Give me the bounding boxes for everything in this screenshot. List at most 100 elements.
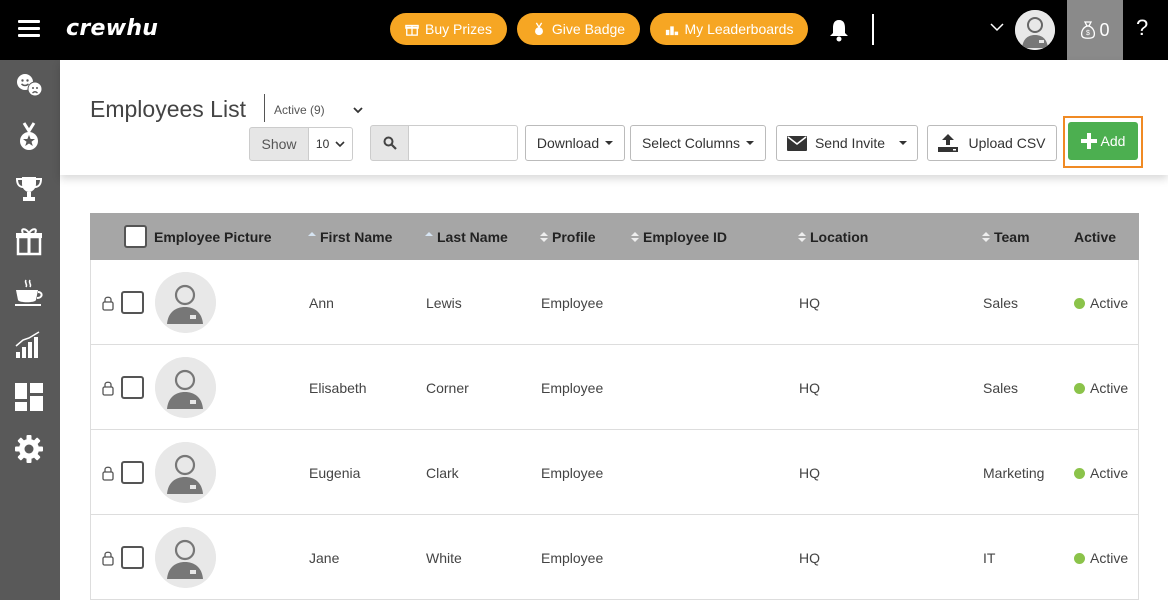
- table-row[interactable]: Ann Lewis Employee HQ Sales Active: [90, 260, 1139, 345]
- row-checkbox[interactable]: [121, 376, 144, 399]
- search-button[interactable]: [370, 125, 409, 161]
- first-name-cell: Ann: [309, 295, 334, 311]
- active-status-dot: [1074, 553, 1085, 564]
- notification-bell-icon[interactable]: [828, 18, 850, 42]
- location-cell: HQ: [799, 550, 820, 566]
- active-status-cell: Active: [1074, 465, 1128, 481]
- user-silhouette-icon: [155, 442, 216, 503]
- my-leaderboards-button[interactable]: My Leaderboards: [650, 13, 808, 45]
- employee-avatar: [155, 357, 216, 418]
- buy-prizes-label: Buy Prizes: [425, 21, 492, 37]
- row-checkbox[interactable]: [121, 291, 144, 314]
- page-size-value: 10: [315, 137, 330, 151]
- active-status-cell: Active: [1074, 295, 1128, 311]
- page-title: Employees List: [90, 96, 246, 122]
- chevron-down-icon: [335, 140, 345, 147]
- active-status-label: Active: [1090, 295, 1129, 311]
- download-dropdown-button[interactable]: Download: [525, 125, 625, 161]
- mood-icon[interactable]: [14, 70, 44, 100]
- coin-balance[interactable]: $ 0: [1067, 0, 1123, 60]
- analytics-chart-icon[interactable]: [14, 330, 44, 360]
- column-team[interactable]: Team: [982, 229, 1030, 245]
- user-silhouette-icon: [155, 272, 216, 333]
- user-silhouette-icon: [155, 357, 216, 418]
- first-name-cell: Elisabeth: [309, 380, 367, 396]
- svg-text:$: $: [1087, 30, 1091, 37]
- coin-count: 0: [1099, 19, 1110, 40]
- leaderboard-icon: [665, 26, 678, 36]
- buy-prizes-button[interactable]: Buy Prizes: [390, 13, 507, 45]
- sort-both-icon: [631, 232, 639, 242]
- location-cell: HQ: [799, 465, 820, 481]
- row-checkbox[interactable]: [121, 461, 144, 484]
- page-toolbar: Employees List Active (9) Show 10 Downlo…: [60, 60, 1168, 175]
- active-status-dot: [1074, 298, 1085, 309]
- gift-icon: [405, 24, 419, 36]
- last-name-cell: Clark: [426, 465, 459, 481]
- table-header: Employee Picture First Name Last Name Pr…: [90, 213, 1139, 260]
- lock-icon: [102, 466, 114, 481]
- upload-csv-button[interactable]: Upload CSV: [927, 125, 1057, 161]
- lock-icon: [102, 296, 114, 311]
- first-name-cell: Jane: [309, 550, 340, 566]
- lock-icon: [102, 381, 114, 396]
- add-label: Add: [1100, 133, 1126, 149]
- active-status-label: Active: [1090, 550, 1129, 566]
- location-cell: HQ: [799, 380, 820, 396]
- envelope-icon: [786, 135, 807, 151]
- column-first-name[interactable]: First Name: [308, 229, 392, 245]
- add-employee-button[interactable]: Add: [1068, 122, 1138, 160]
- employee-avatar: [155, 272, 216, 333]
- hamburger-menu-icon[interactable]: [18, 20, 40, 38]
- trophy-icon[interactable]: [14, 174, 44, 204]
- last-name-cell: Lewis: [426, 295, 462, 311]
- table-row[interactable]: Eugenia Clark Employee HQ Marketing Active: [90, 430, 1139, 515]
- dashboard-icon[interactable]: [14, 382, 44, 412]
- page-size-select[interactable]: 10: [308, 127, 353, 161]
- top-navbar: crewhu Buy Prizes Give Badge My Leaderbo…: [0, 0, 1168, 60]
- give-badge-button[interactable]: Give Badge: [517, 13, 640, 45]
- active-status-dot: [1074, 383, 1085, 394]
- badge-medal-icon[interactable]: [14, 122, 44, 152]
- profile-cell: Employee: [541, 465, 604, 481]
- help-button[interactable]: ?: [1136, 15, 1148, 41]
- upload-csv-label: Upload CSV: [968, 135, 1046, 151]
- show-label: Show: [249, 127, 309, 161]
- caret-down-icon: [746, 141, 755, 145]
- search-input[interactable]: [408, 125, 518, 161]
- column-active: Active: [1074, 229, 1117, 245]
- first-name-cell: Eugenia: [309, 465, 361, 481]
- chevron-down-icon[interactable]: [353, 107, 363, 114]
- give-badge-label: Give Badge: [551, 21, 626, 37]
- select-columns-button[interactable]: Select Columns: [630, 125, 766, 161]
- gift-icon[interactable]: [14, 226, 44, 256]
- search-icon: [383, 136, 397, 150]
- table-row[interactable]: Elisabeth Corner Employee HQ Sales Active: [90, 345, 1139, 430]
- row-checkbox[interactable]: [121, 546, 144, 569]
- column-location[interactable]: Location: [798, 229, 868, 245]
- main-content: Employees List Active (9) Show 10 Downlo…: [60, 60, 1168, 600]
- crewhu-logo[interactable]: crewhu: [66, 16, 158, 41]
- user-silhouette-icon: [155, 527, 216, 588]
- active-status-cell: Active: [1074, 380, 1128, 396]
- plus-icon: [1080, 133, 1097, 149]
- team-cell: Sales: [983, 295, 1019, 311]
- status-filter-dropdown[interactable]: Active (9): [274, 103, 325, 117]
- column-employee-id[interactable]: Employee ID: [631, 229, 727, 245]
- column-last-name[interactable]: Last Name: [425, 229, 508, 245]
- my-leaderboards-label: My Leaderboards: [684, 21, 794, 37]
- active-status-label: Active: [1090, 465, 1129, 481]
- select-all-checkbox[interactable]: [124, 225, 147, 248]
- chevron-down-icon[interactable]: [990, 22, 1004, 32]
- coffee-icon[interactable]: [14, 278, 44, 308]
- sort-both-icon: [540, 232, 548, 242]
- user-avatar[interactable]: [1015, 10, 1055, 50]
- medal-icon: [534, 22, 543, 36]
- column-profile[interactable]: Profile: [540, 229, 596, 245]
- employees-table: Employee Picture First Name Last Name Pr…: [90, 213, 1139, 600]
- send-invite-button[interactable]: Send Invite: [776, 125, 918, 161]
- table-row[interactable]: Jane White Employee HQ IT Active: [90, 515, 1139, 600]
- profile-cell: Employee: [541, 295, 604, 311]
- settings-gear-icon[interactable]: [14, 434, 44, 464]
- location-cell: HQ: [799, 295, 820, 311]
